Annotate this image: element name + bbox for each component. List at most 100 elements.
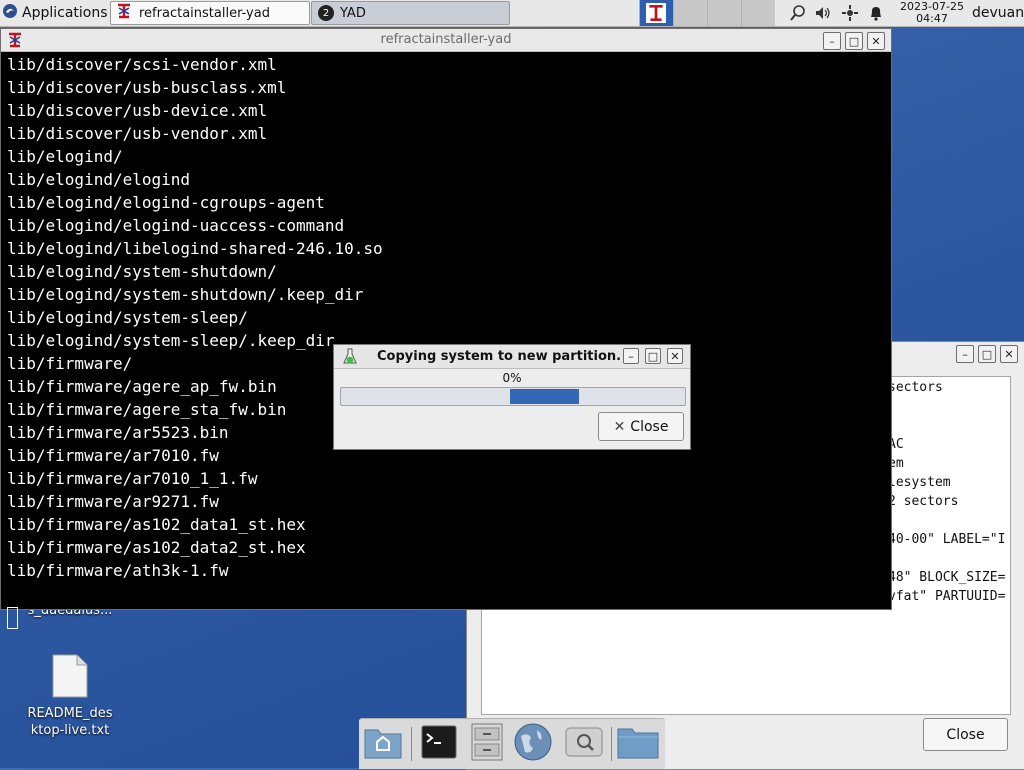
- refracta-workspace-icon: [646, 3, 666, 27]
- close-icon: ✕: [871, 34, 881, 48]
- workspace-4[interactable]: [741, 0, 775, 26]
- close-window-button[interactable]: ✕: [1000, 345, 1018, 363]
- terminal-line: lib/discover/scsi-vendor.xml: [7, 55, 277, 74]
- window-title: refractainstaller-yad: [380, 32, 512, 47]
- applications-label: Applications: [22, 5, 108, 21]
- notification-bell-icon[interactable]: [867, 4, 885, 22]
- terminal-line: lib/discover/usb-busclass.xml: [7, 78, 287, 97]
- refracta-app-icon: [115, 2, 133, 24]
- taskbar-item-yad[interactable]: 2 YAD: [311, 1, 510, 25]
- window-count-badge: 2: [318, 5, 334, 21]
- taskbar-item-label: YAD: [340, 5, 366, 21]
- home-folder-icon: [363, 724, 403, 764]
- terminal-line: lib/elogind/system-shutdown/: [7, 262, 277, 281]
- minimize-button[interactable]: –: [956, 345, 974, 363]
- terminal-line: lib/elogind/elogind: [7, 170, 191, 189]
- workspace-1[interactable]: [639, 0, 673, 26]
- terminal-line: lib/discover/usb-vendor.xml: [7, 124, 268, 143]
- clock-time: 04:47: [916, 12, 948, 25]
- dialog-title: Copying system to new partition.: [377, 349, 622, 364]
- terminal-line: lib/elogind/system-sleep/: [7, 308, 248, 327]
- terminal-line: lib/firmware/: [7, 354, 133, 373]
- taskbar-item-label: refractainstaller-yad: [139, 5, 270, 21]
- terminal-line: lib/discover/usb-device.xml: [7, 101, 268, 120]
- maximize-icon: □: [981, 347, 993, 361]
- top-panel: Applications ⁝ refractainstaller-yad 2 Y…: [0, 0, 1024, 27]
- search-icon[interactable]: [789, 4, 807, 22]
- maximize-button[interactable]: □: [845, 32, 863, 50]
- terminal-line: lib/firmware/ar7010.fw: [7, 446, 219, 465]
- clock[interactable]: 2023-07-25 04:47: [893, 0, 971, 27]
- window-titlebar[interactable]: refractainstaller-yad – □ ✕: [1, 29, 891, 52]
- minimize-button[interactable]: –: [823, 32, 841, 50]
- terminal-line: lib/elogind/: [7, 147, 123, 166]
- dock-separator: [411, 727, 412, 761]
- minimize-icon: –: [829, 34, 835, 48]
- close-icon: ✕: [1004, 347, 1014, 361]
- text-line: 40-00" LABEL="I: [888, 532, 1006, 547]
- dock-file-cabinet[interactable]: [467, 723, 507, 765]
- terminal-line: lib/elogind/elogind-uaccess-command: [7, 216, 345, 235]
- terminal-line: lib/elogind/system-shutdown/.keep_dir: [7, 285, 364, 304]
- minimize-icon: –: [962, 347, 968, 361]
- globe-icon: [513, 722, 553, 766]
- terminal-line: lib/firmware/as102_data1_st.hex: [7, 515, 306, 534]
- close-window-button[interactable]: ✕: [867, 32, 885, 50]
- workspace-2[interactable]: [673, 0, 707, 26]
- maximize-button[interactable]: □: [978, 345, 996, 363]
- maximize-icon: □: [647, 349, 659, 363]
- terminal-line: lib/firmware/as102_data2_st.hex: [7, 538, 306, 557]
- text-line: lesystem: [888, 475, 951, 490]
- dock-separator: [611, 727, 612, 761]
- desktop-icon-readme[interactable]: README_des ktop-live.txt: [24, 652, 116, 742]
- username: devuan: [972, 5, 1024, 21]
- file-cabinet-icon: [471, 723, 503, 765]
- dock: [359, 718, 665, 769]
- readme-label-line1: README_des: [27, 706, 113, 721]
- minimize-icon: –: [628, 349, 634, 363]
- close-icon: ✕: [670, 349, 680, 363]
- applications-menu[interactable]: Applications ⁝: [0, 0, 115, 26]
- devuan-logo-icon: [2, 3, 18, 23]
- flask-icon: [343, 348, 357, 369]
- maximize-icon: □: [848, 34, 860, 48]
- terminal-line: lib/elogind/elogind-cgroups-agent: [7, 193, 325, 212]
- terminal-line: lib/firmware/ar9271.fw: [7, 492, 219, 511]
- terminal-line: lib/firmware/agere_ap_fw.bin: [7, 377, 277, 396]
- text-line: sectors: [888, 380, 943, 395]
- close-window-button[interactable]: ✕: [667, 348, 683, 364]
- terminal-line: lib/firmware/ar5523.bin: [7, 423, 229, 442]
- close-icon: ✕: [613, 418, 626, 435]
- dock-web-browser[interactable]: [513, 722, 553, 766]
- text-cursor: [7, 607, 18, 629]
- dock-home-folder[interactable]: [363, 724, 403, 764]
- volume-icon[interactable]: [814, 4, 832, 22]
- terminal-output[interactable]: lib/discover/scsi-vendor.xml lib/discover…: [1, 52, 889, 629]
- close-button[interactable]: ✕ Close: [598, 412, 684, 441]
- maximize-button[interactable]: □: [645, 348, 661, 364]
- text-file-icon: [52, 654, 88, 702]
- network-icon[interactable]: [841, 4, 859, 22]
- copy-progress-dialog[interactable]: Copying system to new partition. – □ ✕ 0…: [333, 344, 691, 450]
- terminal-window[interactable]: refractainstaller-yad – □ ✕ lib/discover…: [0, 28, 892, 629]
- terminal-line: lib/elogind/libelogind-shared-246.10.so: [7, 239, 383, 258]
- dialog-titlebar[interactable]: Copying system to new partition. – □ ✕: [334, 345, 690, 369]
- readme-label-line2: ktop-live.txt: [30, 723, 110, 738]
- progress-percent: 0%: [502, 371, 522, 385]
- dock-folder[interactable]: [617, 724, 659, 764]
- taskbar-item-refractainstaller[interactable]: refractainstaller-yad: [110, 1, 310, 25]
- terminal-line: lib/firmware/agere_sta_fw.bin: [7, 400, 287, 419]
- text-line: 2 sectors: [888, 494, 959, 509]
- terminal-icon: [421, 725, 457, 763]
- user-menu[interactable]: devuan: [972, 0, 1024, 26]
- progress-pulse-indicator: [510, 389, 579, 404]
- dock-terminal[interactable]: [419, 724, 459, 764]
- dock-search[interactable]: [564, 724, 604, 764]
- minimize-button[interactable]: –: [623, 348, 639, 364]
- folder-icon: [617, 725, 659, 763]
- progress-bar: [340, 387, 686, 406]
- close-button-label: Close: [630, 418, 669, 435]
- close-button[interactable]: Close: [923, 718, 1008, 751]
- text-line: 48" BLOCK_SIZE=: [888, 570, 1006, 585]
- workspace-3[interactable]: [707, 0, 741, 26]
